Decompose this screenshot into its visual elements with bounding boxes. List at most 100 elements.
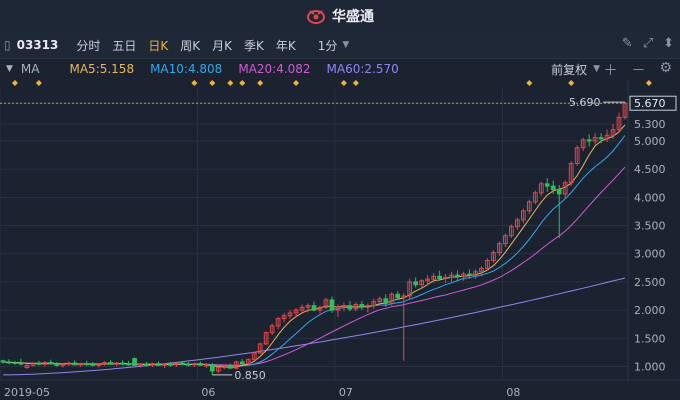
panel-toggle-icon[interactable]: ▯ (4, 38, 11, 52)
candlestick-chart[interactable]: 1.000 1.500 2.000 2.500 3.000 3.500 4.000 4.500… (0, 80, 680, 400)
brand: 华盛通 (306, 6, 374, 26)
candle-body (209, 364, 215, 372)
y-tick-label: 3.500 (634, 220, 666, 233)
candle-body (437, 275, 442, 280)
zoom-out-icon[interactable]: － (631, 60, 645, 80)
event-marker (645, 80, 652, 86)
candle-body (108, 362, 114, 365)
event-marker (257, 80, 264, 86)
ma-indicator-toggle[interactable]: ▼ MA (6, 62, 39, 76)
minute-select[interactable]: 1分 ▼ (318, 37, 350, 54)
x-tick-label: 08 (506, 386, 520, 399)
candle-body (12, 362, 18, 365)
candle-body (168, 363, 173, 366)
chevron-down-icon: ▼ (593, 64, 600, 74)
app-header: 华盛通 (0, 0, 680, 33)
candle-body (329, 299, 335, 311)
chevron-down-icon: ▼ (342, 40, 350, 50)
candle-body (395, 293, 401, 299)
tab-period-6[interactable]: 年K (276, 37, 296, 54)
y-tick-label: 2.500 (634, 276, 666, 289)
event-marker (293, 80, 300, 86)
candle-body (156, 363, 161, 366)
candle-body (6, 361, 12, 364)
ma5-value: MA5:5.158 (69, 62, 135, 76)
low-label: 0.850 (234, 369, 265, 382)
x-tick-label: 07 (339, 386, 353, 399)
expand-icon[interactable]: ⬍ (663, 36, 674, 51)
event-marker (239, 80, 246, 86)
ma10-value: MA10:4.808 (150, 62, 223, 76)
candle-body (36, 362, 42, 365)
y-tick-label: 4.500 (634, 163, 666, 176)
event-marker (340, 80, 347, 86)
candle-body (347, 305, 353, 310)
candle-body (48, 362, 54, 365)
tab-period-0[interactable]: 分时 (76, 37, 100, 54)
candle-body (132, 358, 137, 366)
ma10-line (2, 135, 626, 367)
candle-body (120, 362, 125, 365)
candle-body (598, 137, 604, 140)
ticker-group[interactable]: ▯ 03313 (4, 38, 58, 52)
candle-body (72, 362, 78, 366)
candle-body (90, 363, 96, 366)
y-tick-label: 3.000 (634, 248, 666, 261)
ma5-line (2, 124, 626, 369)
ma-label: MA (20, 62, 40, 76)
candle-body (227, 365, 233, 369)
event-marker (191, 80, 198, 86)
fullscreen-icon[interactable]: ⤢ (643, 36, 653, 51)
ma20-value: MA20:4.082 (238, 62, 311, 76)
high-label: 5.690 (569, 96, 601, 109)
candle-body (455, 274, 460, 277)
candle-body (180, 362, 185, 365)
y-tick-label: 1.500 (634, 332, 666, 345)
brand-name: 华盛通 (332, 9, 374, 25)
draw-pen-icon[interactable]: ✎ (622, 36, 633, 51)
candle-body (126, 363, 131, 366)
y-tick-label: 5.000 (634, 135, 666, 148)
tab-period-4[interactable]: 月K (212, 37, 232, 54)
toolbar-actions: ✎ ⤢ ⬍ (622, 36, 674, 51)
event-marker (11, 80, 18, 86)
candle-body (186, 363, 191, 366)
tab-period-3[interactable]: 周K (180, 37, 200, 54)
ma-bar: ▼ MA MA5:5.158 MA10:4.808 MA20:4.082 MA6… (0, 59, 680, 79)
y-tick-label: 5.670 (634, 97, 666, 110)
zoom-in-icon[interactable]: ＋ (603, 60, 617, 80)
y-tick-label: 1.000 (634, 360, 666, 373)
candle-body (144, 363, 149, 366)
chevron-down-icon: ▼ (6, 64, 13, 74)
candle-body (84, 363, 90, 366)
y-tick-label: 5.300 (634, 118, 666, 131)
candle-body (0, 360, 6, 363)
ma60-line (3, 277, 626, 376)
logo-icon (307, 10, 325, 24)
event-marker (352, 80, 359, 86)
candle-body (359, 303, 365, 308)
candle-body (239, 361, 245, 365)
ma20-line (2, 166, 626, 366)
candle-body (413, 281, 419, 286)
event-marker (526, 80, 533, 86)
settings-icon[interactable]: ⚙ (659, 60, 672, 80)
zoom-controls: ＋ － ⚙ (603, 60, 672, 80)
tab-period-5[interactable]: 季K (244, 37, 264, 54)
candle-body (556, 188, 562, 195)
minute-select-value: 1分 (317, 38, 338, 53)
candle-body (198, 363, 203, 366)
ma60-value: MA60:2.570 (326, 62, 399, 76)
event-marker (227, 80, 234, 86)
candle-body (550, 185, 556, 190)
candle-body (311, 305, 317, 311)
tab-period-1[interactable]: 五日 (112, 37, 136, 54)
adjust-select-value: 前复权 (551, 63, 588, 77)
candle-body (18, 362, 24, 365)
y-tick-label: 2.000 (634, 304, 666, 317)
event-marker (35, 80, 42, 86)
adjust-select[interactable]: 前复权 ▼ (551, 61, 600, 78)
candle-body (467, 273, 472, 276)
tab-period-2[interactable]: 日K (148, 37, 168, 54)
candle-body (586, 139, 592, 142)
